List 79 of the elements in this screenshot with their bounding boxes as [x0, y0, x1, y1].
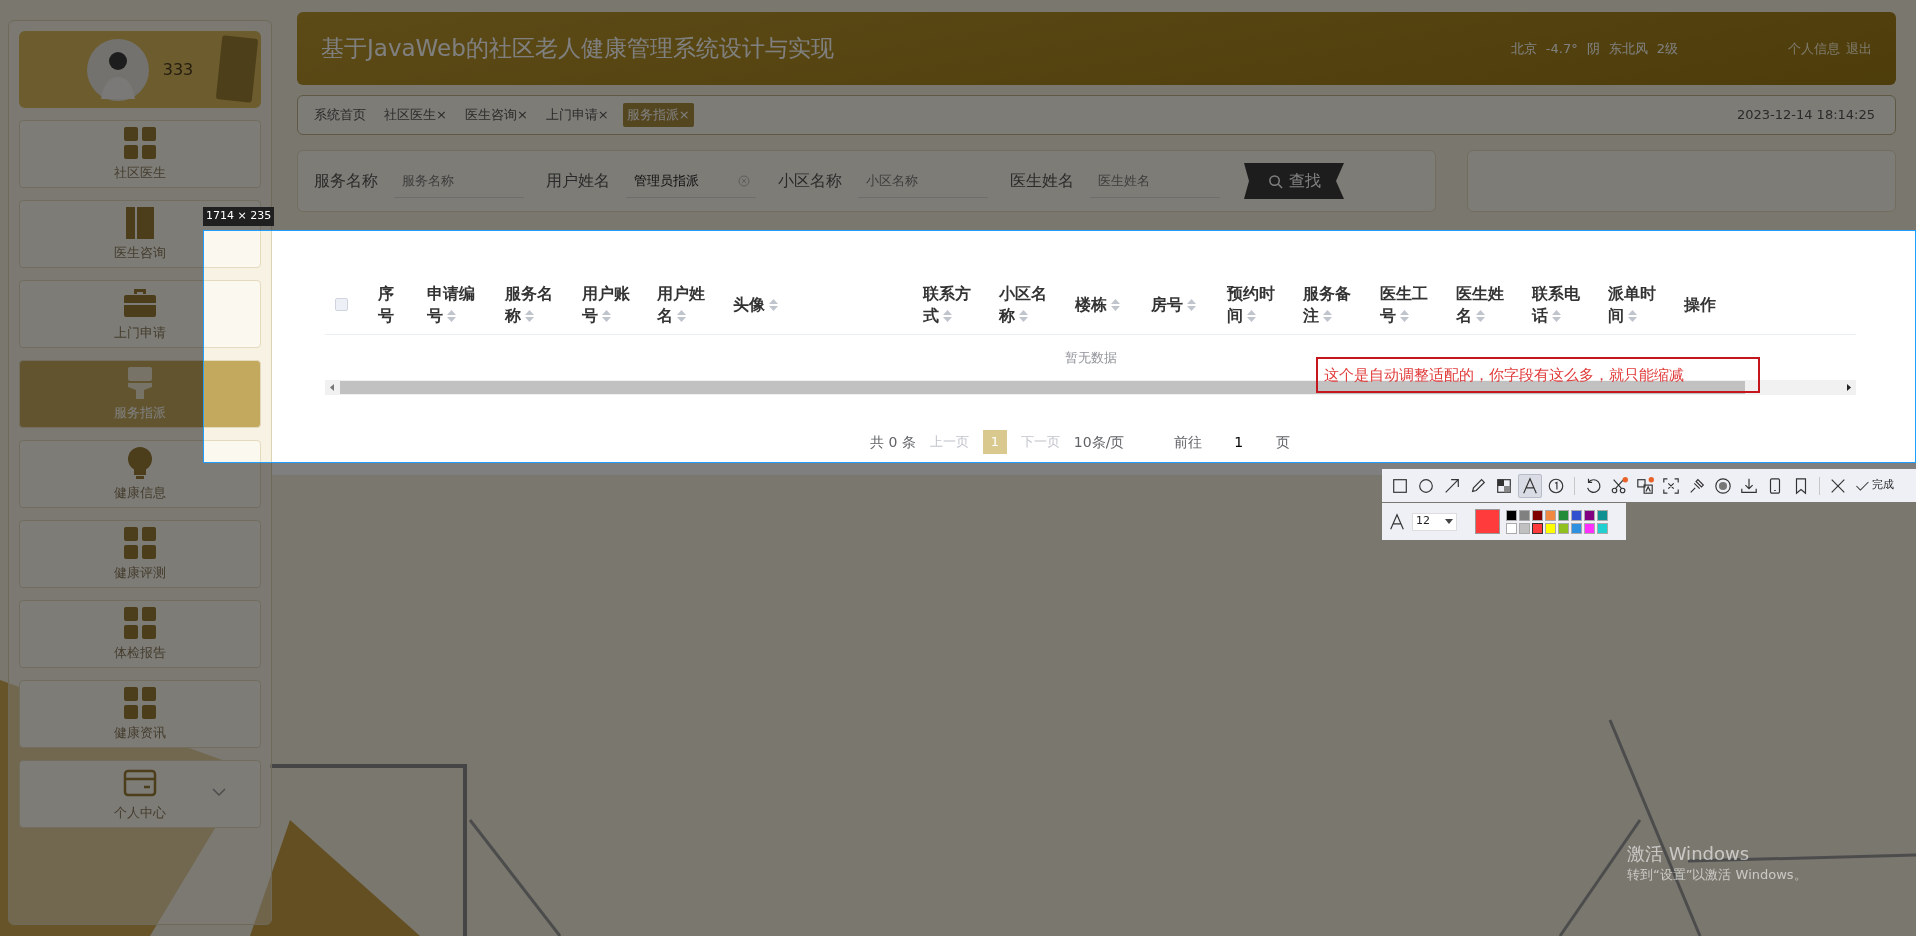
column-header[interactable]: 房号 [1141, 275, 1217, 335]
color-swatch[interactable] [1545, 522, 1556, 534]
column-header[interactable]: 预约时间 [1217, 275, 1293, 335]
weather-text: 北京 [1510, 39, 1537, 58]
total-count: 共 0 条 [870, 432, 916, 452]
activation-hint: 转到“设置”以激活 Windows。 [1627, 865, 1807, 884]
color-swatch[interactable] [1571, 509, 1582, 521]
field-label: 医生姓名 [1010, 170, 1074, 192]
field-label: 服务名称 [314, 170, 378, 192]
text-size-icon [1388, 512, 1406, 531]
column-header[interactable]: 派单时间 [1598, 275, 1674, 335]
tab[interactable]: 系统首页 [310, 103, 370, 127]
annotation-text: 这个是自动调整适配的，你字段有这么多，就只能缩减 [1316, 357, 1760, 393]
input-field[interactable]: 管理员指派 [626, 164, 756, 198]
avatar [86, 38, 149, 101]
column-header[interactable]: 服务备注 [1293, 275, 1370, 335]
field-label: 小区名称 [778, 170, 842, 192]
grid-icon [122, 125, 158, 162]
scrollbar-thumb[interactable] [340, 381, 1745, 395]
column-header[interactable]: 操作 [1674, 275, 1856, 335]
weather-text: -4.7° [1545, 39, 1578, 58]
color-swatch[interactable] [1597, 509, 1608, 521]
tape-decoration [215, 35, 259, 103]
color-swatch[interactable] [1558, 522, 1569, 534]
goto-label: 前往 [1173, 432, 1202, 452]
column-header[interactable]: 用户姓名 [647, 275, 723, 335]
color-swatch[interactable] [1519, 522, 1530, 534]
weather-text: 阴 [1586, 39, 1600, 58]
color-swatch[interactable] [1571, 522, 1582, 534]
goto-suffix: 页 [1275, 432, 1290, 452]
page-title: 基于JavaWeb的社区老人健康管理系统设计与实现 [321, 34, 835, 64]
color-swatch[interactable] [1506, 509, 1517, 521]
font-size-select[interactable]: 12 [1412, 512, 1457, 531]
column-header[interactable]: 小区名称 [989, 275, 1065, 335]
empty-message: 暂无数据 [1064, 348, 1117, 367]
checkbox[interactable] [335, 298, 348, 312]
tab[interactable]: 医生咨询× [460, 103, 532, 127]
color-swatch[interactable] [1532, 522, 1543, 534]
search-button[interactable]: 查找 [1244, 163, 1344, 199]
color-swatch[interactable] [1584, 509, 1595, 521]
user-name: 333 [162, 58, 194, 81]
input-field[interactable]: 服务名称 [394, 164, 524, 198]
tab[interactable]: 社区医生× [380, 103, 451, 127]
page-size-select[interactable]: 10条/页 [1073, 431, 1160, 453]
horizontal-scrollbar[interactable] [325, 380, 1856, 396]
grid-icon [122, 525, 158, 562]
selection-size-label: 1714 × 235 [203, 207, 275, 226]
color-swatch[interactable] [1597, 522, 1608, 534]
color-swatch[interactable] [1545, 509, 1556, 521]
color-swatch[interactable] [1532, 509, 1543, 521]
weather-text: 东北风 [1608, 39, 1648, 58]
clock-text: 2023-12-14 18:14:25 [1736, 106, 1875, 125]
column-header[interactable]: 用户账号 [572, 275, 647, 335]
field-label: 用户姓名 [546, 170, 610, 192]
caret-icon [212, 787, 226, 797]
weather-text: 2级 [1656, 39, 1678, 58]
grid-icon [122, 605, 158, 642]
column-header[interactable]: 头像 [723, 275, 913, 335]
column-header[interactable]: 联系电话 [1522, 275, 1598, 335]
column-header[interactable]: 医生姓名 [1446, 275, 1522, 335]
color-swatch[interactable] [1506, 522, 1517, 534]
tab[interactable]: 上门申请× [541, 103, 613, 127]
column-header[interactable]: 楼栋 [1065, 275, 1141, 335]
search-icon [1267, 173, 1283, 189]
column-header[interactable]: 申请编号 [417, 275, 495, 335]
color-swatch[interactable] [1584, 522, 1595, 534]
dropdown-caret-icon [1445, 519, 1453, 524]
column-header[interactable]: 服务名称 [495, 275, 572, 335]
column-header[interactable]: 序号 [368, 275, 417, 335]
done-button[interactable]: 完成 [1852, 477, 1896, 494]
color-swatch[interactable] [1519, 509, 1530, 521]
input-field[interactable]: 医生姓名 [1090, 164, 1220, 198]
activation-title: 激活 Windows [1627, 843, 1750, 865]
color-swatch[interactable] [1558, 509, 1569, 521]
grid-icon [122, 685, 158, 722]
input-field[interactable]: 小区名称 [858, 164, 988, 198]
current-color-swatch[interactable] [1475, 509, 1500, 534]
column-header[interactable]: 联系方式 [913, 275, 989, 335]
column-header[interactable]: 医生工号 [1370, 275, 1446, 335]
